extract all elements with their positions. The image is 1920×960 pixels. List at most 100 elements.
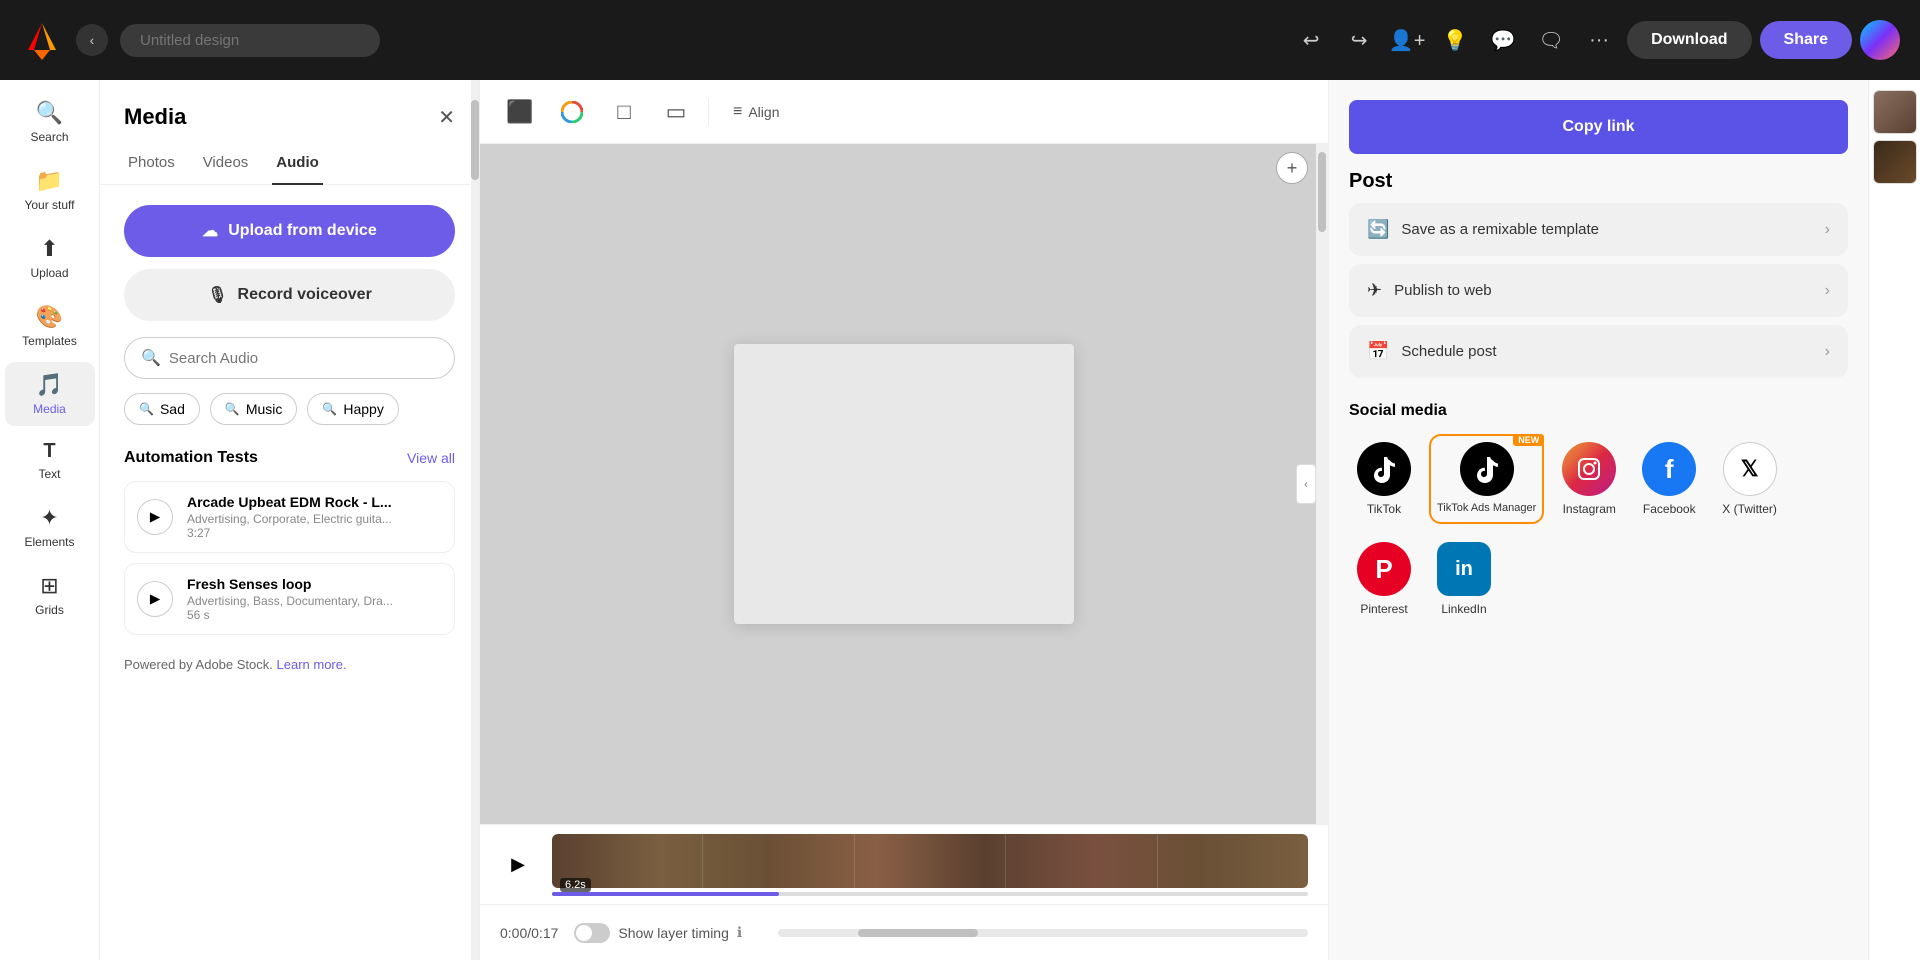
filter-chip-sad[interactable]: 🔍 Sad xyxy=(124,393,200,425)
chevron-right-icon-1: › xyxy=(1825,282,1830,300)
media-panel-scroll-thumb[interactable] xyxy=(471,100,479,180)
save-remixable-option-left: 🔄 Save as a remixable template xyxy=(1367,219,1599,240)
chat-button[interactable]: 🗨 xyxy=(1531,20,1571,60)
record-voiceover-label: Record voiceover xyxy=(238,286,372,304)
facebook-icon: f xyxy=(1642,442,1696,496)
chevron-right-icon-0: › xyxy=(1825,221,1830,239)
social-item-linkedin[interactable]: in LinkedIn xyxy=(1429,534,1499,624)
timestamp-label: 0:00/0:17 xyxy=(500,925,558,941)
record-voiceover-button[interactable]: 🎙 Record voiceover xyxy=(124,269,455,321)
add-user-button[interactable]: 👤+ xyxy=(1387,20,1427,60)
publish-to-web-option[interactable]: ✈ Publish to web › xyxy=(1349,264,1848,317)
play-button-1[interactable]: ▶ xyxy=(137,581,173,617)
rectangle-tool-button[interactable]: □ xyxy=(604,92,644,132)
filter-chips: 🔍 Sad 🔍 Music 🔍 Happy xyxy=(124,393,455,425)
chevron-right-icon-2: › xyxy=(1825,343,1830,361)
right-panel: Copy link Post 🔄 Save as a remixable tem… xyxy=(1328,80,1868,960)
timeline-thumbnail-strip[interactable]: 6.2s xyxy=(552,834,1308,888)
canvas-scroll-thumb[interactable] xyxy=(1318,152,1326,232)
comment-button[interactable]: 💬 xyxy=(1483,20,1523,60)
sidebar-item-grids[interactable]: ⊞ Grids xyxy=(5,563,95,627)
sidebar-item-media[interactable]: 🎵 Media xyxy=(5,362,95,426)
search-icon: 🔍 xyxy=(36,100,63,126)
color-wheel-button[interactable] xyxy=(552,92,592,132)
share-button[interactable]: Share xyxy=(1760,21,1852,59)
audio-item-1[interactable]: ▶ Fresh Senses loop Advertising, Bass, D… xyxy=(124,563,455,635)
timeline-horizontal-scroll[interactable] xyxy=(778,929,1308,937)
filter-chip-music[interactable]: 🔍 Music xyxy=(210,393,298,425)
social-item-twitter[interactable]: 𝕏 X (Twitter) xyxy=(1714,434,1785,524)
frame-tool-button[interactable]: ⬛ xyxy=(500,92,540,132)
show-layer-timing-label: Show layer timing xyxy=(618,925,729,941)
download-button[interactable]: Download xyxy=(1627,21,1751,59)
learn-more-link[interactable]: Learn more. xyxy=(277,657,347,672)
lightbulb-button[interactable]: 💡 xyxy=(1435,20,1475,60)
upload-from-device-button[interactable]: ☁ Upload from device xyxy=(124,205,455,257)
social-item-instagram[interactable]: Instagram xyxy=(1554,434,1624,524)
undo-button[interactable]: ↩ xyxy=(1291,20,1331,60)
social-item-tiktok-ads[interactable]: NEW TikTok Ads Manager xyxy=(1429,434,1544,524)
document-title-input[interactable] xyxy=(120,24,380,57)
toolbar-divider xyxy=(708,98,709,126)
sidebar: 🔍 Search 📁 Your stuff ⬆ Upload 🎨 Templat… xyxy=(0,80,100,960)
tiktok-ads-label: TikTok Ads Manager xyxy=(1437,502,1536,514)
audio-tags-1: Advertising, Bass, Documentary, Dra... xyxy=(187,594,393,608)
timeline-horizontal-scroll-thumb[interactable] xyxy=(858,929,978,937)
redo-button[interactable]: ↪ xyxy=(1339,20,1379,60)
canvas-right-scrollbar[interactable] xyxy=(1316,144,1328,824)
rounded-rect-tool-button[interactable]: ▭ xyxy=(656,92,696,132)
tab-videos[interactable]: Videos xyxy=(199,146,253,185)
timeline-progress-fill xyxy=(552,892,779,896)
save-remixable-option[interactable]: 🔄 Save as a remixable template › xyxy=(1349,203,1848,256)
schedule-post-option[interactable]: 📅 Schedule post › xyxy=(1349,325,1848,378)
collapse-panel-button[interactable]: ‹ xyxy=(1296,464,1316,504)
sidebar-item-templates[interactable]: 🎨 Templates xyxy=(5,294,95,358)
timeline-segment-4 xyxy=(1158,834,1308,888)
sidebar-item-your-stuff[interactable]: 📁 Your stuff xyxy=(5,158,95,222)
audio-info-0: Arcade Upbeat EDM Rock - L... Advertisin… xyxy=(187,494,442,540)
sidebar-item-elements[interactable]: ✦ Elements xyxy=(5,495,95,559)
thumbnail-item-0[interactable] xyxy=(1873,90,1917,134)
info-icon: ℹ xyxy=(737,924,742,941)
canvas-toolbar: ⬛ □ ▭ ≡ Align xyxy=(480,80,1328,144)
sidebar-item-search[interactable]: 🔍 Search xyxy=(5,90,95,154)
social-item-tiktok[interactable]: TikTok xyxy=(1349,434,1419,524)
tiktok-ads-icon xyxy=(1460,442,1514,496)
sidebar-item-your-stuff-label: Your stuff xyxy=(24,198,74,212)
timeline-play-button[interactable]: ▶ xyxy=(500,847,536,883)
sidebar-item-elements-label: Elements xyxy=(24,535,74,549)
media-panel-header: Media ✕ xyxy=(100,80,479,146)
social-item-facebook[interactable]: f Facebook xyxy=(1634,434,1704,524)
back-button[interactable]: ‹ xyxy=(76,24,108,56)
filter-chip-happy[interactable]: 🔍 Happy xyxy=(307,393,398,425)
media-panel-close-button[interactable]: ✕ xyxy=(438,105,455,130)
media-panel-scrollbar[interactable] xyxy=(471,80,479,960)
sidebar-item-text[interactable]: T Text xyxy=(5,430,95,491)
align-button[interactable]: ≡ Align xyxy=(721,97,791,127)
show-layer-timing-toggle[interactable] xyxy=(574,923,610,943)
view-all-link[interactable]: View all xyxy=(407,450,455,466)
tab-audio[interactable]: Audio xyxy=(272,146,323,185)
thumbnail-item-1[interactable] xyxy=(1873,140,1917,184)
audio-item-0[interactable]: ▶ Arcade Upbeat EDM Rock - L... Advertis… xyxy=(124,481,455,553)
grids-icon: ⊞ xyxy=(40,573,58,599)
tab-photos[interactable]: Photos xyxy=(124,146,179,185)
sidebar-item-upload[interactable]: ⬆ Upload xyxy=(5,226,95,290)
add-slide-button[interactable]: + xyxy=(1276,152,1308,184)
play-button-0[interactable]: ▶ xyxy=(137,499,173,535)
search-audio-input[interactable] xyxy=(169,350,438,367)
copy-link-button[interactable]: Copy link xyxy=(1349,100,1848,154)
sidebar-item-search-label: Search xyxy=(30,130,68,144)
social-item-pinterest[interactable]: P Pinterest xyxy=(1349,534,1419,624)
canvas-bottom-bar: 0:00/0:17 Show layer timing ℹ xyxy=(480,904,1328,960)
search-music-icon: 🔍 xyxy=(225,402,240,416)
media-icon: 🎵 xyxy=(36,372,63,398)
more-button[interactable]: ··· xyxy=(1579,20,1619,60)
media-panel: Media ✕ Photos Videos Audio ☁ Upload fro… xyxy=(100,80,480,960)
avatar[interactable] xyxy=(1860,20,1900,60)
timeline-progress-bar[interactable] xyxy=(552,892,1308,896)
sidebar-item-upload-label: Upload xyxy=(30,266,68,280)
post-section: Post 🔄 Save as a remixable template › ✈ … xyxy=(1349,170,1848,386)
folder-icon: 📁 xyxy=(36,168,63,194)
save-remixable-label: Save as a remixable template xyxy=(1401,221,1599,238)
